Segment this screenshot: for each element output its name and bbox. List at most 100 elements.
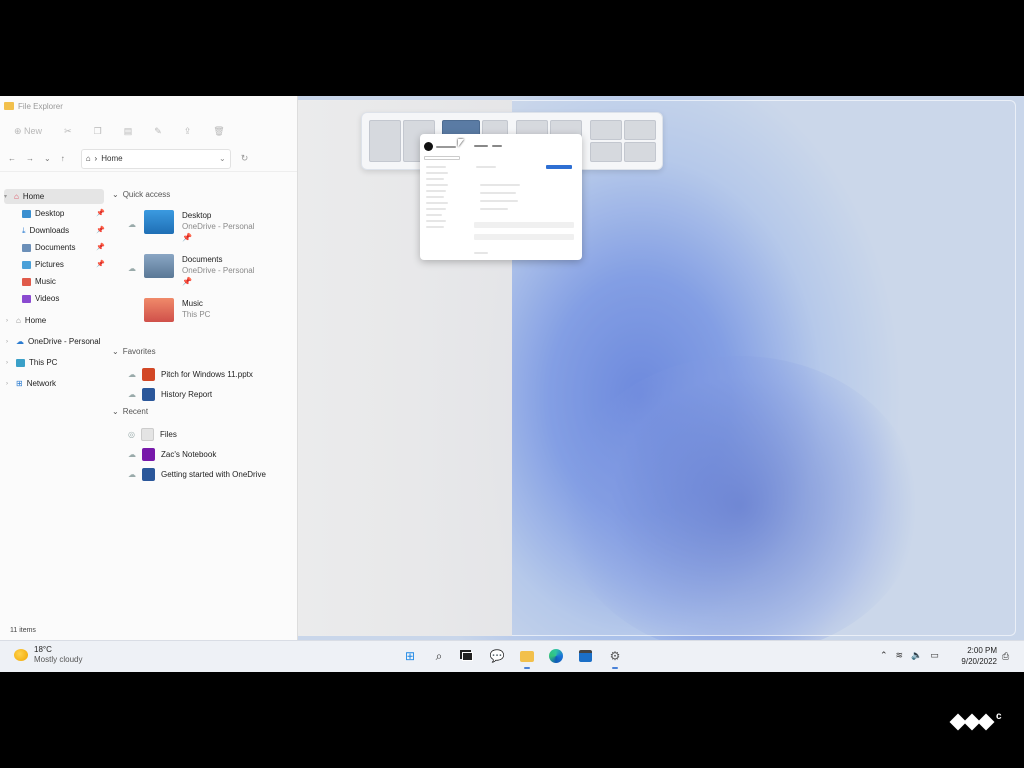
quick-access-item-desktop[interactable]: ☁ Desktop OneDrive - Personal 📌: [128, 210, 254, 243]
up-icon[interactable]: ↑: [61, 154, 65, 163]
forward-icon[interactable]: →: [26, 154, 34, 163]
nav-item-pictures[interactable]: Pictures: [22, 257, 64, 272]
store-icon[interactable]: [576, 647, 594, 665]
nav-item-onedrive[interactable]: › ☁ OneDrive - Personal: [6, 334, 100, 349]
snap-zone-quad-1[interactable]: [590, 120, 622, 140]
volume-icon[interactable]: 🔈: [911, 650, 922, 661]
preview-line: [436, 146, 456, 148]
item-name: History Report: [161, 389, 213, 399]
recent-item[interactable]: ◎ Files: [128, 427, 177, 441]
chat-icon[interactable]: 💬: [488, 647, 506, 665]
favorites-header[interactable]: ⌄ Favorites: [112, 347, 156, 356]
cloud-icon: ☁: [16, 337, 24, 346]
wifi-icon[interactable]: ≋: [896, 650, 904, 661]
logo-diamond: [977, 713, 995, 731]
recent-item[interactable]: ☁ Zac's Notebook: [128, 447, 216, 461]
snap-zone-halves-left[interactable]: [369, 120, 401, 162]
documents-folder-icon: [144, 254, 174, 278]
cloud-status-icon: ☁: [128, 369, 136, 379]
share-icon[interactable]: ⇪: [184, 126, 192, 137]
search-icon[interactable]: ⌕: [430, 647, 448, 665]
nav-item-documents[interactable]: Documents: [22, 240, 75, 255]
clock-date: 9/20/2022: [961, 657, 997, 666]
pin-icon: 📌: [96, 244, 105, 251]
edge-icon[interactable]: [547, 647, 565, 665]
chevron-right-icon[interactable]: ›: [6, 318, 12, 324]
nav-label: Home: [24, 316, 47, 325]
preview-button: [546, 165, 572, 169]
nav-label: Videos: [35, 294, 60, 303]
file-icon: [140, 427, 154, 441]
settings-icon[interactable]: ⚙: [606, 647, 624, 669]
paste-icon[interactable]: ▤: [124, 126, 133, 137]
desktop-folder-icon: [22, 209, 31, 218]
pin-icon: 📌: [182, 233, 192, 242]
cloud-status-icon: ☁: [128, 449, 136, 459]
recent-item[interactable]: ☁ Getting started with OneDrive: [128, 467, 266, 481]
nav-label: Network: [26, 379, 57, 388]
preview-line: [474, 145, 488, 147]
rename-icon[interactable]: ✎: [154, 126, 162, 137]
preview-line: [480, 200, 518, 202]
chevron-right-icon[interactable]: ›: [6, 381, 12, 387]
chevron-up-icon[interactable]: ⌃: [880, 650, 888, 661]
home-icon: ⌂: [16, 316, 21, 325]
nav-label: This PC: [29, 358, 58, 367]
task-view-icon[interactable]: [458, 647, 476, 665]
weather-widget[interactable]: 18°C Mostly cloudy: [14, 645, 82, 665]
address-dropdown-icon[interactable]: ⌄: [219, 154, 226, 163]
powerpoint-file-icon: [142, 367, 155, 381]
nav-item-network[interactable]: › ⊞ Network: [6, 376, 56, 391]
quick-access-item-documents[interactable]: ☁ Documents OneDrive - Personal 📌: [128, 254, 254, 287]
preview-line: [426, 214, 442, 216]
cut-icon[interactable]: ✂: [64, 126, 72, 137]
favorite-item[interactable]: ☁ History Report: [128, 387, 212, 401]
quick-access-item-music[interactable]: ☁ Music This PC: [128, 298, 210, 322]
system-tray: ⌃ ≋ 🔈 ▭: [880, 650, 939, 661]
refresh-icon[interactable]: ↻: [241, 153, 249, 164]
recent-locations-icon[interactable]: ⌄: [44, 154, 51, 163]
nav-label: OneDrive - Personal: [28, 337, 101, 346]
taskbar: 18°C Mostly cloudy ⊞ ⌕ 💬 ⚙ ⌃ ≋ 🔈 ▭ 2:00 …: [0, 640, 1024, 672]
chevron-down-icon[interactable]: ▾: [4, 193, 10, 200]
clock[interactable]: 2:00 PM 9/20/2022: [957, 645, 997, 667]
windows-start-icon[interactable]: ⊞: [401, 647, 419, 665]
favorite-item[interactable]: ☁ Pitch for Windows 11.pptx: [128, 367, 253, 381]
file-explorer-icon[interactable]: [518, 647, 536, 669]
nav-item-home-2[interactable]: › ⌂ Home: [6, 313, 46, 328]
preview-search: [424, 156, 460, 160]
snap-zone-quad-3[interactable]: [590, 142, 622, 162]
new-button[interactable]: ⊕ New: [14, 126, 42, 137]
address-bar[interactable]: ⌂ › Home ⌄: [80, 148, 231, 169]
cloud-status-icon: ☁: [128, 220, 136, 229]
nav-item-desktop[interactable]: Desktop: [22, 206, 64, 221]
nav-item-this-pc[interactable]: › This PC: [6, 355, 57, 370]
quick-access-header[interactable]: ⌄ Quick access: [112, 190, 170, 199]
chevron-right-icon[interactable]: ›: [6, 339, 12, 345]
snap-zone-quad-4[interactable]: [624, 142, 656, 162]
pin-icon: 📌: [96, 227, 105, 234]
battery-icon[interactable]: ▭: [930, 650, 939, 661]
preview-line: [426, 178, 444, 180]
back-icon[interactable]: ←: [8, 154, 16, 163]
nav-item-music[interactable]: Music: [22, 274, 56, 289]
nav-item-home[interactable]: ▾ ⌂ Home: [4, 189, 104, 204]
item-location: OneDrive - Personal: [182, 266, 255, 275]
copy-icon[interactable]: ❐: [94, 126, 102, 137]
nav-item-downloads[interactable]: ⤓ Downloads: [22, 223, 69, 238]
preview-line: [480, 208, 508, 210]
pin-icon: 📌: [182, 277, 192, 286]
address-row: ← → ⌄ ↑ ⌂ › Home ⌄ ↻: [0, 146, 297, 172]
recent-header[interactable]: ⌄ Recent: [112, 407, 148, 416]
nav-label: Pictures: [35, 260, 64, 269]
snap-zone-quad-2[interactable]: [624, 120, 656, 140]
chevron-right-icon[interactable]: ›: [6, 360, 12, 366]
title-bar[interactable]: File Explorer: [0, 96, 297, 116]
address-text: Home: [101, 154, 123, 163]
notification-icon[interactable]: ⎙: [1002, 651, 1009, 662]
nav-label: Desktop: [35, 209, 65, 218]
item-name: Documents: [182, 255, 223, 264]
weather-temperature: 18°C: [34, 645, 52, 654]
nav-item-videos[interactable]: Videos: [22, 291, 59, 306]
delete-icon[interactable]: 🗑: [213, 126, 224, 137]
